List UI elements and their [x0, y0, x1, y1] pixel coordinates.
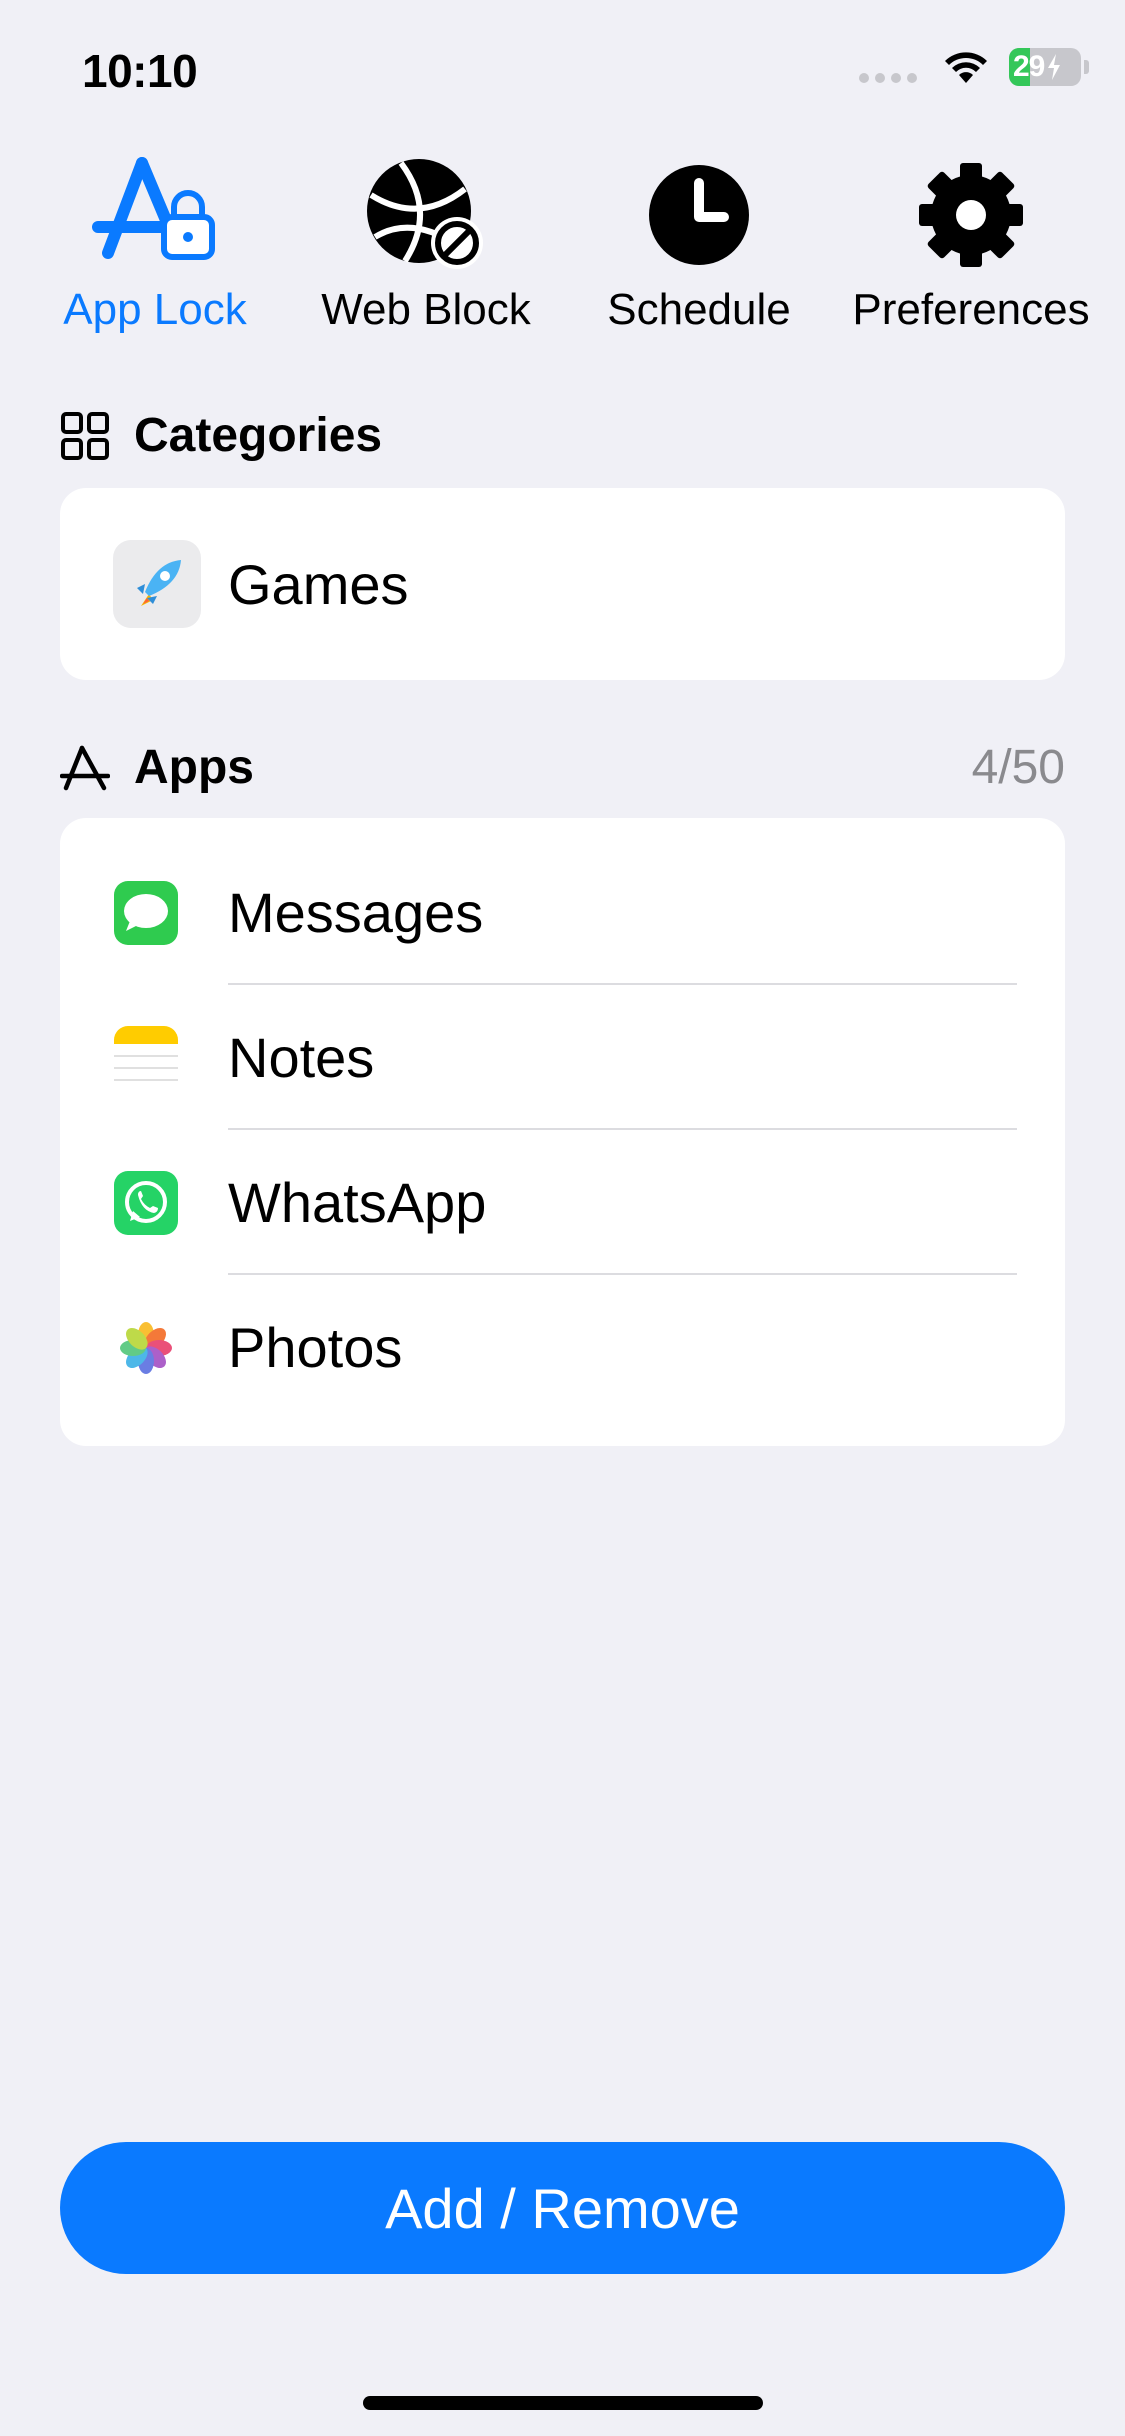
list-item-messages[interactable]: Messages: [60, 840, 1065, 985]
list-item-notes[interactable]: Notes: [60, 985, 1065, 1130]
list-item-label: WhatsApp: [228, 1171, 487, 1234]
tab-web-block[interactable]: Web Block: [296, 155, 556, 335]
categories-title: Categories: [134, 409, 383, 462]
list-item-whatsapp[interactable]: WhatsApp: [60, 1130, 1065, 1275]
tab-app-lock[interactable]: App Lock: [25, 155, 285, 335]
globe-block-icon: [361, 155, 491, 275]
messages-icon: [114, 880, 178, 945]
clock-icon: [634, 155, 764, 275]
signal-icon: [859, 73, 917, 83]
categories-header: Categories: [60, 408, 1065, 463]
wifi-icon: [945, 52, 987, 83]
grid-icon: [60, 411, 110, 461]
status-bar: 10:10 29: [0, 0, 1125, 140]
tab-label: App Lock: [63, 285, 247, 334]
app-store-icon: [60, 743, 110, 793]
whatsapp-icon: [114, 1170, 178, 1235]
list-item-label: Notes: [228, 1026, 375, 1089]
tab-label: Web Block: [321, 285, 531, 334]
categories-card: Games: [60, 488, 1065, 680]
gear-icon: [906, 155, 1036, 275]
battery-icon: 29: [1009, 48, 1081, 86]
notes-icon: [114, 1025, 178, 1090]
tab-label: Schedule: [607, 285, 791, 334]
photos-icon: [114, 1316, 178, 1380]
battery-level: 29: [1013, 50, 1045, 83]
list-item-label: Photos: [228, 1316, 403, 1379]
apps-count: 4/50: [971, 741, 1065, 794]
status-indicators: 29: [859, 48, 1089, 86]
tab-schedule[interactable]: Schedule: [569, 155, 829, 335]
list-item-label: Messages: [228, 881, 484, 944]
rocket-icon: [113, 540, 201, 628]
tab-label: Preferences: [852, 285, 1090, 334]
list-item-games[interactable]: Games: [60, 488, 1065, 680]
list-item-photos[interactable]: Photos: [60, 1275, 1065, 1420]
tab-preferences[interactable]: Preferences: [841, 155, 1101, 335]
add-remove-button[interactable]: Add / Remove: [60, 2142, 1065, 2274]
app-lock-icon: [90, 155, 220, 275]
top-tab-bar: App Lock Web Block Schedule Preferences: [0, 155, 1125, 355]
apps-card: Messages Notes WhatsApp Photos: [60, 818, 1065, 1446]
status-time: 10:10: [82, 45, 198, 97]
charging-icon: [1048, 54, 1061, 80]
apps-title: Apps: [134, 741, 254, 794]
home-indicator[interactable]: [363, 2396, 763, 2410]
apps-header: Apps 4/50: [60, 740, 1065, 795]
list-item-label: Games: [228, 552, 409, 616]
